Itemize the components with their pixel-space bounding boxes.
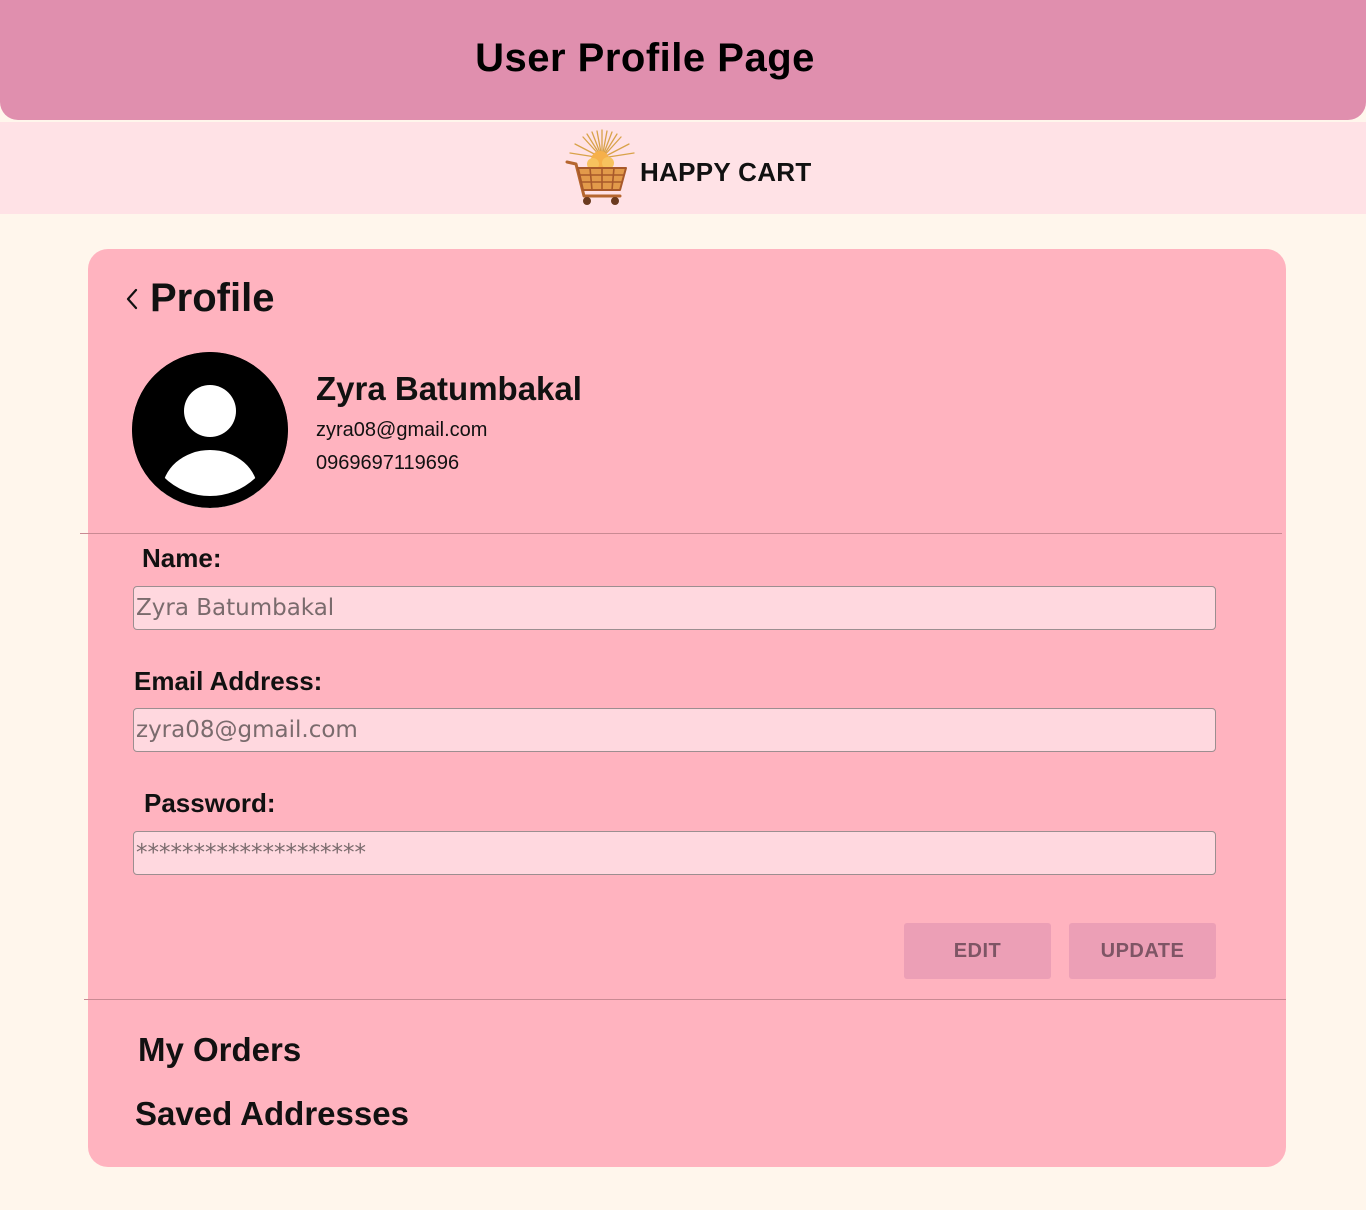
email-label: Email Address: — [134, 666, 323, 696]
shopping-cart-icon — [565, 129, 635, 205]
page-header: User Profile Page — [0, 0, 1366, 120]
profile-heading: Profile — [150, 276, 275, 320]
name-label: Name: — [142, 543, 222, 573]
password-label: Password: — [144, 788, 276, 818]
update-button[interactable]: UPDATE — [1069, 923, 1216, 979]
saved-addresses-link[interactable]: Saved Addresses — [135, 1095, 409, 1133]
profile-phone: 09696971196​96 — [316, 452, 460, 474]
form-divider — [84, 999, 1286, 1000]
profile-email: zyra08@gmail.com — [316, 419, 488, 441]
brand-bar: HAPPY CART — [0, 122, 1366, 214]
password-field[interactable] — [133, 831, 1216, 875]
page-title: User Profile Page — [475, 36, 815, 80]
profile-name: Zyra Batumbakal — [316, 370, 582, 407]
user-avatar-icon — [132, 352, 288, 508]
email-field[interactable] — [133, 708, 1216, 752]
name-field[interactable] — [133, 586, 1216, 630]
my-orders-link[interactable]: My Orders — [138, 1031, 301, 1069]
chevron-left-icon[interactable] — [122, 286, 142, 312]
edit-button[interactable]: EDIT — [904, 923, 1051, 979]
profile-divider — [80, 533, 1282, 534]
brand-name: HAPPY CART — [640, 157, 812, 187]
